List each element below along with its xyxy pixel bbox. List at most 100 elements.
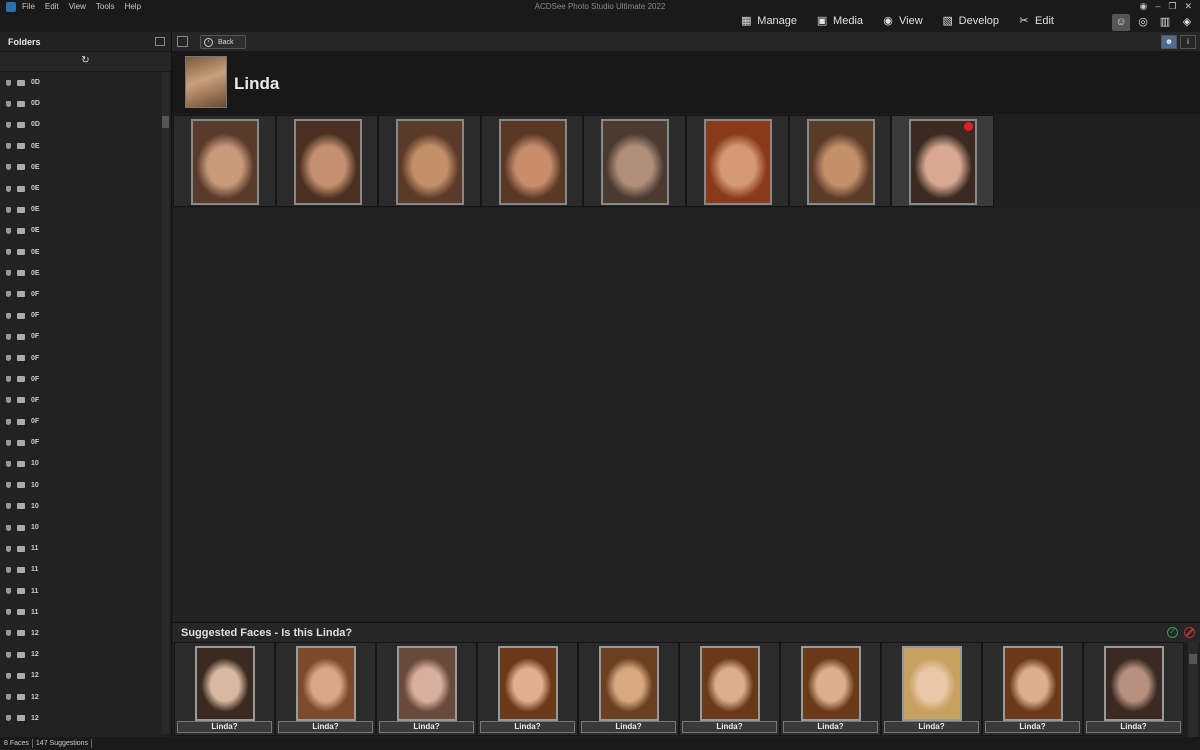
folder-scrollbar[interactable]: [162, 72, 169, 734]
folder-item[interactable]: 0E: [0, 178, 162, 199]
folder-item[interactable]: 0F: [0, 326, 162, 347]
suggested-face-label[interactable]: Linda?: [682, 721, 777, 733]
person-name[interactable]: Linda: [234, 74, 279, 94]
pin-icon[interactable]: [6, 227, 11, 234]
folder-item[interactable]: 12: [0, 708, 162, 729]
365-icon[interactable]: ◎: [1134, 14, 1152, 31]
folder-item[interactable]: 0E: [0, 199, 162, 220]
face-thumbnail[interactable]: [173, 115, 276, 207]
pin-icon[interactable]: [6, 524, 11, 531]
pin-icon[interactable]: [6, 609, 11, 616]
pin-icon[interactable]: [6, 651, 11, 658]
folder-item[interactable]: 10: [0, 475, 162, 496]
person-view-icon[interactable]: ☻: [1161, 35, 1177, 49]
folder-item[interactable]: 0D: [0, 72, 162, 93]
folder-item[interactable]: 0F: [0, 432, 162, 453]
remove-face-icon[interactable]: [963, 122, 973, 131]
pin-icon[interactable]: [6, 143, 11, 150]
pin-icon[interactable]: [6, 694, 11, 701]
pin-icon[interactable]: [6, 376, 11, 383]
suggested-face[interactable]: Linda?: [275, 642, 376, 736]
account-icon[interactable]: ◉: [1140, 1, 1148, 12]
folder-item[interactable]: 0F: [0, 369, 162, 390]
face-thumbnail[interactable]: [685, 115, 789, 207]
pin-icon[interactable]: [6, 355, 11, 362]
mode-develop[interactable]: ▧ Develop: [941, 15, 999, 27]
folder-item[interactable]: 10: [0, 496, 162, 517]
folder-item[interactable]: 11: [0, 538, 162, 559]
folder-item[interactable]: 12: [0, 644, 162, 665]
suggested-scrollbar[interactable]: [1188, 642, 1198, 737]
face-thumbnail[interactable]: [891, 115, 994, 207]
suggested-face[interactable]: Linda?: [780, 642, 881, 736]
face-thumbnail[interactable]: [788, 115, 892, 207]
reject-all-icon[interactable]: [1184, 627, 1195, 638]
suggested-face[interactable]: Linda?: [881, 642, 982, 736]
folder-item[interactable]: 0E: [0, 242, 162, 263]
face-thumbnail[interactable]: [480, 115, 584, 207]
suggested-face[interactable]: Linda?: [174, 642, 275, 736]
suggested-face[interactable]: Linda?: [1083, 642, 1184, 736]
folder-item[interactable]: 0E: [0, 136, 162, 157]
pin-icon[interactable]: [6, 566, 11, 573]
folder-item[interactable]: 11: [0, 602, 162, 623]
folder-item[interactable]: 11: [0, 559, 162, 580]
back-button[interactable]: ‹ Back: [200, 35, 246, 49]
pin-icon[interactable]: [6, 270, 11, 277]
pin-icon[interactable]: [6, 630, 11, 637]
accept-all-icon[interactable]: ✓: [1167, 627, 1178, 638]
minimize-button[interactable]: –: [1155, 1, 1160, 12]
suggested-face[interactable]: Linda?: [578, 642, 679, 736]
pin-icon[interactable]: [6, 206, 11, 213]
pin-icon[interactable]: [6, 164, 11, 171]
suggested-face-label[interactable]: Linda?: [783, 721, 878, 733]
restore-button[interactable]: ❐: [1168, 1, 1176, 12]
mode-view[interactable]: ◉ View: [881, 15, 922, 27]
pin-icon[interactable]: [6, 439, 11, 446]
scrollbar-thumb[interactable]: [1189, 654, 1197, 664]
close-button[interactable]: ✕: [1184, 1, 1192, 12]
pin-icon[interactable]: [6, 185, 11, 192]
folder-item[interactable]: 11: [0, 581, 162, 602]
folder-item[interactable]: 0F: [0, 305, 162, 326]
suggested-face-label[interactable]: Linda?: [581, 721, 676, 733]
info-icon[interactable]: i: [1180, 35, 1196, 49]
face-thumbnail[interactable]: [275, 115, 379, 207]
panel-options-icon[interactable]: [155, 37, 165, 46]
pin-icon[interactable]: [6, 312, 11, 319]
pin-icon[interactable]: [6, 545, 11, 552]
mode-edit[interactable]: ✂ Edit: [1017, 15, 1054, 27]
pin-icon[interactable]: [6, 121, 11, 128]
folder-item[interactable]: 0F: [0, 411, 162, 432]
folder-item[interactable]: 0F: [0, 284, 162, 305]
suggested-face-label[interactable]: Linda?: [480, 721, 575, 733]
pin-icon[interactable]: [6, 249, 11, 256]
mode-media[interactable]: ▣ Media: [815, 15, 863, 27]
pin-icon[interactable]: [6, 503, 11, 510]
folder-item[interactable]: 12: [0, 686, 162, 707]
folder-item[interactable]: 0E: [0, 157, 162, 178]
refresh-button[interactable]: ↻: [0, 52, 171, 72]
folder-item[interactable]: 0F: [0, 390, 162, 411]
suggested-face-label[interactable]: Linda?: [177, 721, 272, 733]
folder-item[interactable]: 0E: [0, 220, 162, 241]
pin-icon[interactable]: [6, 418, 11, 425]
suggested-face-label[interactable]: Linda?: [1086, 721, 1181, 733]
suggested-face-label[interactable]: Linda?: [985, 721, 1080, 733]
scrollbar-thumb[interactable]: [162, 116, 169, 128]
folder-item[interactable]: 0F: [0, 347, 162, 368]
suggested-face[interactable]: Linda?: [679, 642, 780, 736]
folder-item[interactable]: 12: [0, 665, 162, 686]
pin-icon[interactable]: [6, 397, 11, 404]
suggested-face-label[interactable]: Linda?: [379, 721, 474, 733]
pin-icon[interactable]: [6, 460, 11, 467]
pin-icon[interactable]: [6, 715, 11, 722]
suggested-face[interactable]: Linda?: [477, 642, 578, 736]
face-thumbnail[interactable]: [378, 115, 481, 207]
folder-item[interactable]: 0E: [0, 263, 162, 284]
visibility-icon[interactable]: ◈: [1178, 14, 1196, 31]
pin-icon[interactable]: [6, 588, 11, 595]
mode-manage[interactable]: ▦ Manage: [739, 15, 797, 27]
folder-item[interactable]: 10: [0, 517, 162, 538]
folder-item[interactable]: 10: [0, 453, 162, 474]
